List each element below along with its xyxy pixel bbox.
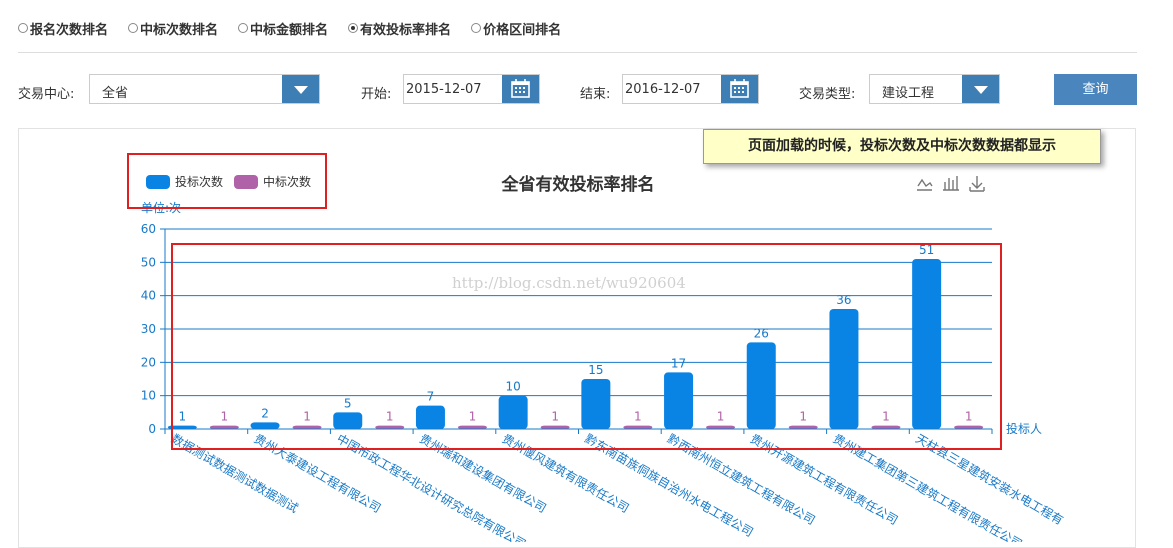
y-tick-label: 40: [141, 289, 156, 303]
bar-chart-icon[interactable]: [943, 176, 959, 191]
annotation-callout: 页面加载的时候，投标次数及中标次数数据都显示: [703, 129, 1101, 164]
y-tick-label: 60: [141, 222, 156, 236]
y-tick-label: 0: [148, 422, 156, 436]
y-tick-label: 10: [141, 389, 156, 403]
y-tick-label: 30: [141, 322, 156, 336]
plot-highlight-box: [171, 243, 1002, 450]
y-tick-label: 50: [141, 255, 156, 269]
chart-title: 全省有效投标率排名: [501, 174, 655, 195]
y-tick-label: 20: [141, 355, 156, 369]
line-chart-icon[interactable]: [917, 178, 933, 191]
x-axis-label: 投标人: [1006, 421, 1042, 436]
download-icon[interactable]: [969, 176, 985, 192]
legend-highlight-box: [127, 153, 327, 209]
